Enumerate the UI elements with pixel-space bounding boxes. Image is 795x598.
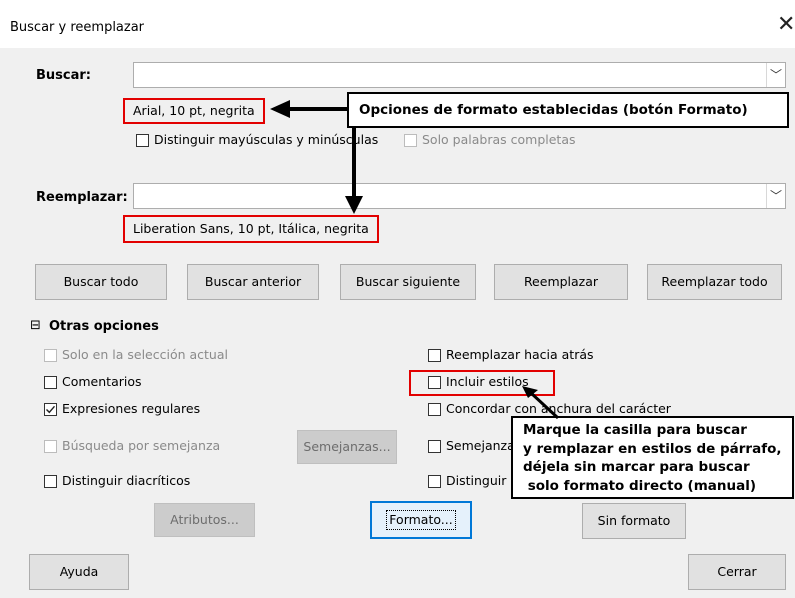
similarities-button[interactable]: Semejanzas... [297, 430, 397, 464]
attributes-button[interactable]: Atributos... [154, 503, 255, 537]
styles-callout-line: déjela sin marcar para buscar [523, 459, 750, 475]
match-case-label: Distinguir mayúsculas y minúsculas [154, 132, 379, 147]
replace-label: Reemplazar: [36, 190, 128, 205]
similarity-search-label: Búsqueda por semejanza [62, 438, 221, 453]
distinguish-checkbox[interactable] [428, 475, 441, 488]
replace-backwards-label: Reemplazar hacia atrás [446, 347, 594, 362]
find-next-button[interactable]: Buscar siguiente [340, 264, 476, 300]
search-combobox[interactable]: ﹀ [133, 62, 786, 88]
replace-format-indicator: Liberation Sans, 10 pt, Itálica, negrita [123, 215, 379, 243]
close-icon[interactable]: ✕ [777, 13, 795, 37]
regex-label: Expresiones regulares [62, 401, 201, 416]
check-icon [46, 405, 56, 414]
search-format-indicator: Arial, 10 pt, negrita [123, 98, 265, 124]
distinguish-label: Distinguir [446, 473, 507, 488]
whole-words-label: Solo palabras completas [422, 132, 576, 147]
replace-backwards-checkbox[interactable] [428, 349, 441, 362]
collapse-icon[interactable]: ⊟ [30, 318, 41, 333]
include-styles-label: Incluir estilos [446, 374, 529, 389]
arrow-up-icon [522, 386, 560, 420]
styles-callout-line: Marque la casilla para buscar [523, 422, 747, 438]
selection-only-label: Solo en la selección actual [62, 347, 228, 362]
comments-label: Comentarios [62, 374, 142, 389]
similarity-checkbox[interactable] [428, 440, 441, 453]
regex-checkbox[interactable] [44, 403, 57, 416]
search-label: Buscar: [36, 68, 91, 83]
diacritics-checkbox[interactable] [44, 475, 57, 488]
arrow-left-icon [270, 100, 290, 118]
no-format-button[interactable]: Sin formato [582, 503, 686, 539]
find-previous-button[interactable]: Buscar anterior [187, 264, 319, 300]
styles-callout: Marque la casilla para buscar y remplaza… [511, 416, 794, 499]
callout-arrow-shaft [286, 107, 347, 111]
whole-words-checkbox[interactable] [404, 134, 417, 147]
format-button[interactable]: Formato... [370, 501, 472, 539]
replace-all-button[interactable]: Reemplazar todo [647, 264, 782, 300]
comments-checkbox[interactable] [44, 376, 57, 389]
replace-combobox[interactable]: ﹀ [133, 183, 786, 209]
similarity-search-checkbox[interactable] [44, 440, 57, 453]
styles-callout-line: solo formato directo (manual) [523, 477, 757, 494]
help-button[interactable]: Ayuda [29, 554, 129, 590]
dialog-title: Buscar y reemplazar [10, 20, 145, 35]
other-options-header[interactable]: Otras opciones [49, 319, 159, 334]
include-styles-checkbox[interactable] [428, 376, 441, 389]
styles-callout-line: y remplazar en estilos de párrafo, [523, 440, 782, 457]
match-case-checkbox[interactable] [136, 134, 149, 147]
replace-button[interactable]: Reemplazar [494, 264, 628, 300]
arrow-down-icon [345, 196, 363, 214]
match-width-checkbox[interactable] [428, 403, 441, 416]
chevron-down-icon[interactable]: ﹀ [766, 63, 785, 87]
chevron-down-icon[interactable]: ﹀ [766, 184, 785, 208]
diacritics-label: Distinguir diacríticos [62, 473, 191, 488]
format-callout: Opciones de formato establecidas (botón … [347, 92, 789, 128]
close-button[interactable]: Cerrar [688, 554, 786, 590]
selection-only-checkbox[interactable] [44, 349, 57, 362]
find-all-button[interactable]: Buscar todo [35, 264, 167, 300]
format-button-label: Formato... [386, 510, 456, 530]
similarity-label: Semejanza [446, 438, 515, 453]
callout-arrow-shaft [352, 127, 356, 199]
